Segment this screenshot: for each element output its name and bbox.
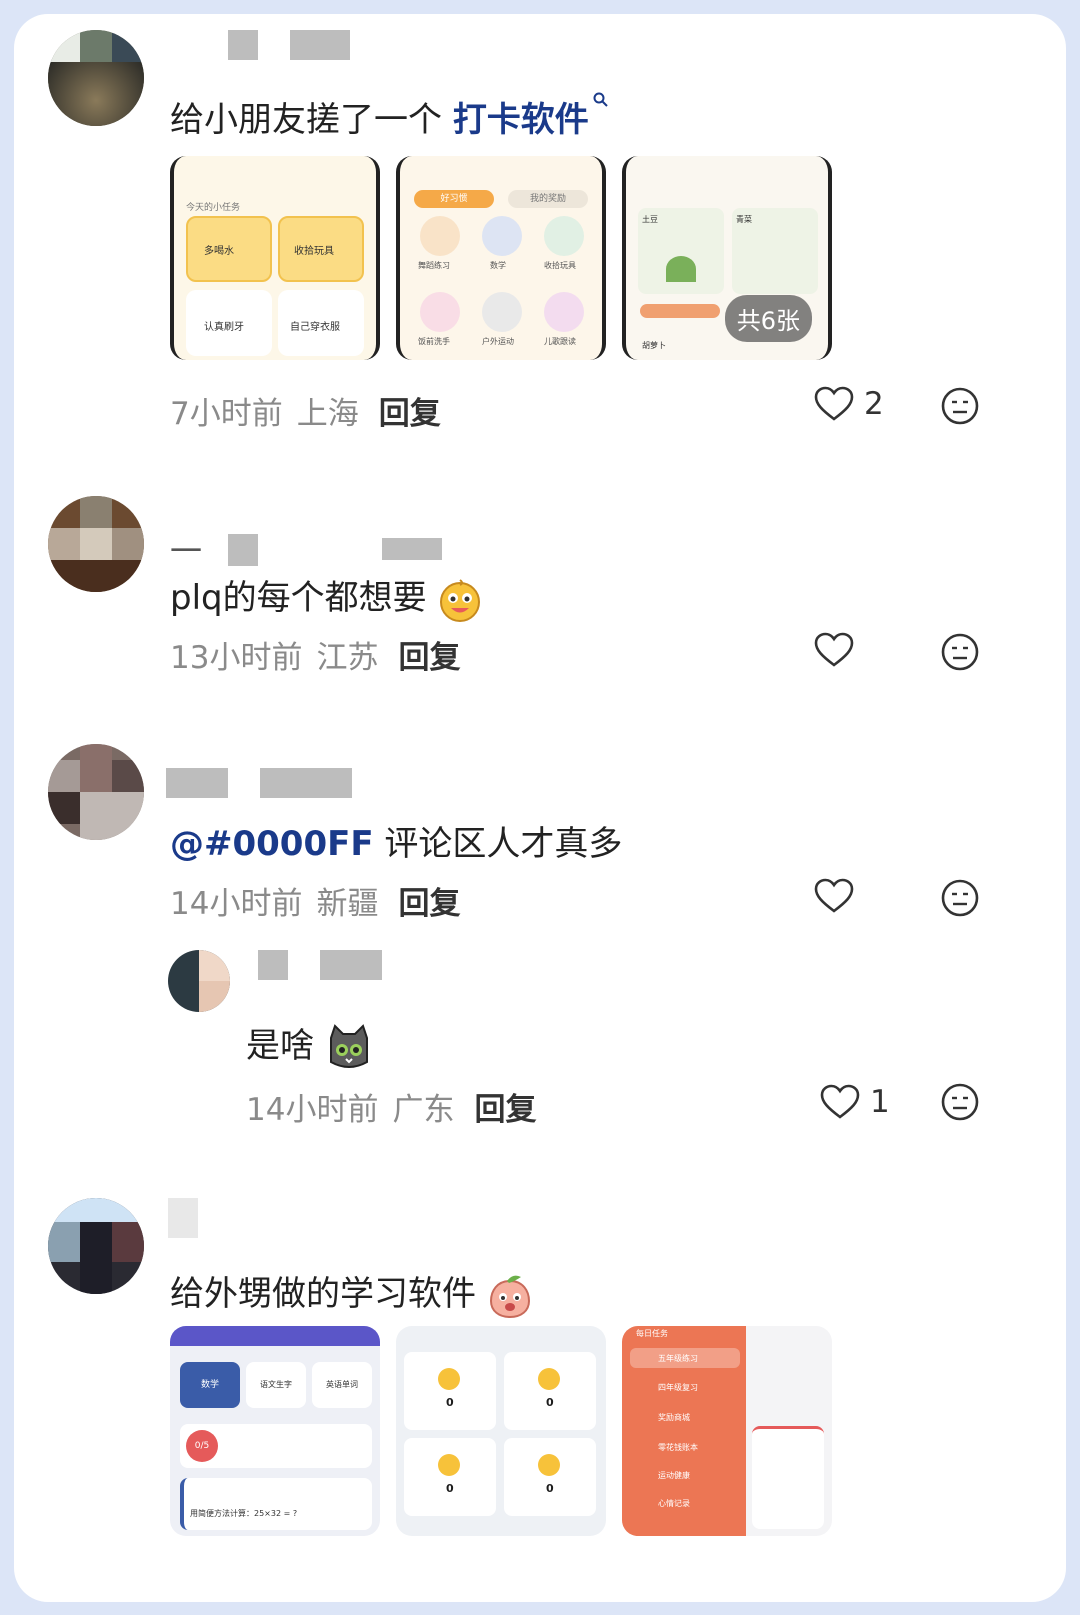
- like-count: 2: [864, 386, 884, 422]
- comment-meta: 13小时前 江苏 回复: [170, 640, 461, 676]
- comment-feed: 给小朋友搓了一个 打卡软件 今天的小任务 多喝水 收拾玩具 认真刷牙 自己穿衣服…: [14, 14, 1066, 1602]
- username-redacted: [168, 1198, 198, 1238]
- username-redacted: [166, 768, 228, 798]
- comment-meta: 14小时前 新疆 回复: [170, 886, 461, 922]
- comment-meta: 7小时前 上海 回复: [170, 396, 441, 432]
- cat-face-icon: [329, 1023, 368, 1068]
- username-redacted: [228, 534, 258, 566]
- username-redacted: [320, 950, 382, 980]
- comment-text: 给外甥做的学习软件: [170, 1266, 533, 1319]
- image-count-badge[interactable]: 共6张: [724, 295, 812, 342]
- avatar[interactable]: [48, 496, 144, 592]
- peach-face-icon: [489, 1275, 530, 1318]
- image-thumbnail[interactable]: 好习惯 我的奖励 舞蹈练习 数学 收拾玩具 饭前洗手 户外运动 儿歌跟读: [396, 156, 606, 360]
- dislike-face-icon[interactable]: [940, 386, 980, 426]
- dislike-face-icon[interactable]: [940, 632, 980, 672]
- comment-text: 是啥: [246, 1018, 373, 1072]
- search-link[interactable]: 打卡软件: [453, 92, 609, 140]
- like-button[interactable]: [814, 878, 854, 914]
- comment-text: 给小朋友搓了一个 打卡软件: [170, 92, 609, 141]
- avatar[interactable]: [48, 30, 144, 126]
- reply-button[interactable]: 回复: [474, 1092, 536, 1128]
- heart-icon: [814, 632, 854, 667]
- heart-icon: [820, 1084, 860, 1119]
- like-button[interactable]: [814, 632, 854, 668]
- image-thumbnail[interactable]: 每日任务 五年级练习 四年级复习 奖励商城 零花钱账本 运动健康 心情记录: [622, 1326, 832, 1536]
- comment-text: @#0000FF 评论区人才真多: [170, 824, 623, 864]
- comment-meta: 14小时前 广东 回复: [246, 1092, 537, 1128]
- like-button[interactable]: 1: [820, 1084, 890, 1120]
- heart-icon: [814, 878, 854, 913]
- username-redacted: [260, 768, 352, 798]
- reply-button[interactable]: 回复: [379, 396, 441, 432]
- username-fragment: 一: [170, 532, 203, 570]
- username-redacted: [382, 538, 442, 560]
- dislike-face-icon[interactable]: [940, 1082, 980, 1122]
- username-redacted: [228, 30, 258, 60]
- comment-text: plq的每个都想要: [170, 570, 483, 623]
- search-icon: [593, 92, 608, 107]
- drooling-face-icon: [440, 578, 481, 622]
- like-count: 1: [870, 1084, 890, 1120]
- username-redacted: [290, 30, 350, 60]
- reply-button[interactable]: 回复: [398, 640, 460, 676]
- like-button[interactable]: 2: [814, 386, 884, 422]
- avatar[interactable]: [48, 1198, 144, 1294]
- heart-icon: [814, 386, 854, 421]
- avatar[interactable]: [168, 950, 230, 1012]
- mention-link[interactable]: @#0000FF: [170, 824, 374, 864]
- avatar[interactable]: [48, 744, 144, 840]
- image-thumbnail[interactable]: 数学 语文生字 英语单词 0/5 用简便方法计算：25×32 = ?: [170, 1326, 380, 1536]
- image-thumbnail[interactable]: 土豆 青菜 胡萝卜 共6张: [622, 156, 832, 360]
- dislike-face-icon[interactable]: [940, 878, 980, 918]
- image-thumbnail[interactable]: 今天的小任务 多喝水 收拾玩具 认真刷牙 自己穿衣服: [170, 156, 380, 360]
- reply-button[interactable]: 回复: [398, 886, 460, 922]
- username-redacted: [258, 950, 288, 980]
- image-gallery: 今天的小任务 多喝水 收拾玩具 认真刷牙 自己穿衣服 好习惯 我的奖励 舞蹈练习: [170, 156, 832, 360]
- image-gallery: 数学 语文生字 英语单词 0/5 用简便方法计算：25×32 = ? 0 0 0: [170, 1326, 832, 1536]
- image-thumbnail[interactable]: 0 0 0 0: [396, 1326, 606, 1536]
